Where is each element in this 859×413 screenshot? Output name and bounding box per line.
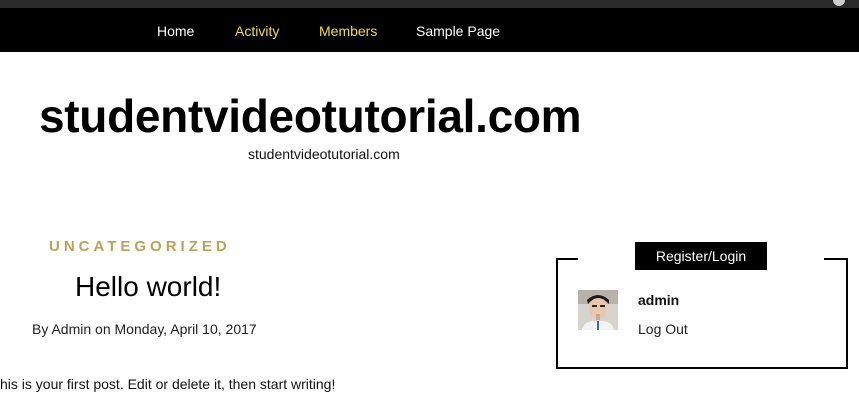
logout-link[interactable]: Log Out (638, 321, 688, 337)
widget-border-segment-left (556, 258, 578, 260)
post-meta-on: on (95, 321, 111, 337)
post-meta-by: By (32, 321, 49, 337)
nav-item-activity[interactable]: Activity (235, 23, 279, 39)
site-tagline: studentvideotutorial.com (248, 146, 400, 162)
nav-item-members[interactable]: Members (319, 23, 377, 39)
main-navigation: Home Activity Members Sample Page (0, 8, 859, 52)
post-date-link[interactable]: Monday, April 10, 2017 (115, 321, 257, 337)
avatar-image (578, 290, 618, 330)
post-excerpt: his is your first post. Edit or delete i… (0, 376, 336, 392)
site-title[interactable]: studentvideotutorial.com (39, 88, 582, 144)
post-category-link[interactable]: UNCATEGORIZED (49, 238, 231, 255)
user-menu-icon[interactable] (833, 0, 845, 6)
widget-title: Register/Login (635, 242, 767, 270)
nav-item-home[interactable]: Home (157, 23, 194, 39)
admin-toolbar-strip (0, 0, 859, 8)
avatar[interactable] (578, 290, 618, 330)
widget-border-segment-right (824, 258, 846, 260)
post-meta: By Admin on Monday, April 10, 2017 (32, 321, 257, 337)
post-author-link[interactable]: Admin (51, 321, 91, 337)
widget-username-link[interactable]: admin (638, 292, 679, 308)
post-title-link[interactable]: Hello world! (75, 270, 221, 304)
page: Home Activity Members Sample Page studen… (0, 0, 859, 413)
nav-item-sample-page[interactable]: Sample Page (416, 23, 500, 39)
